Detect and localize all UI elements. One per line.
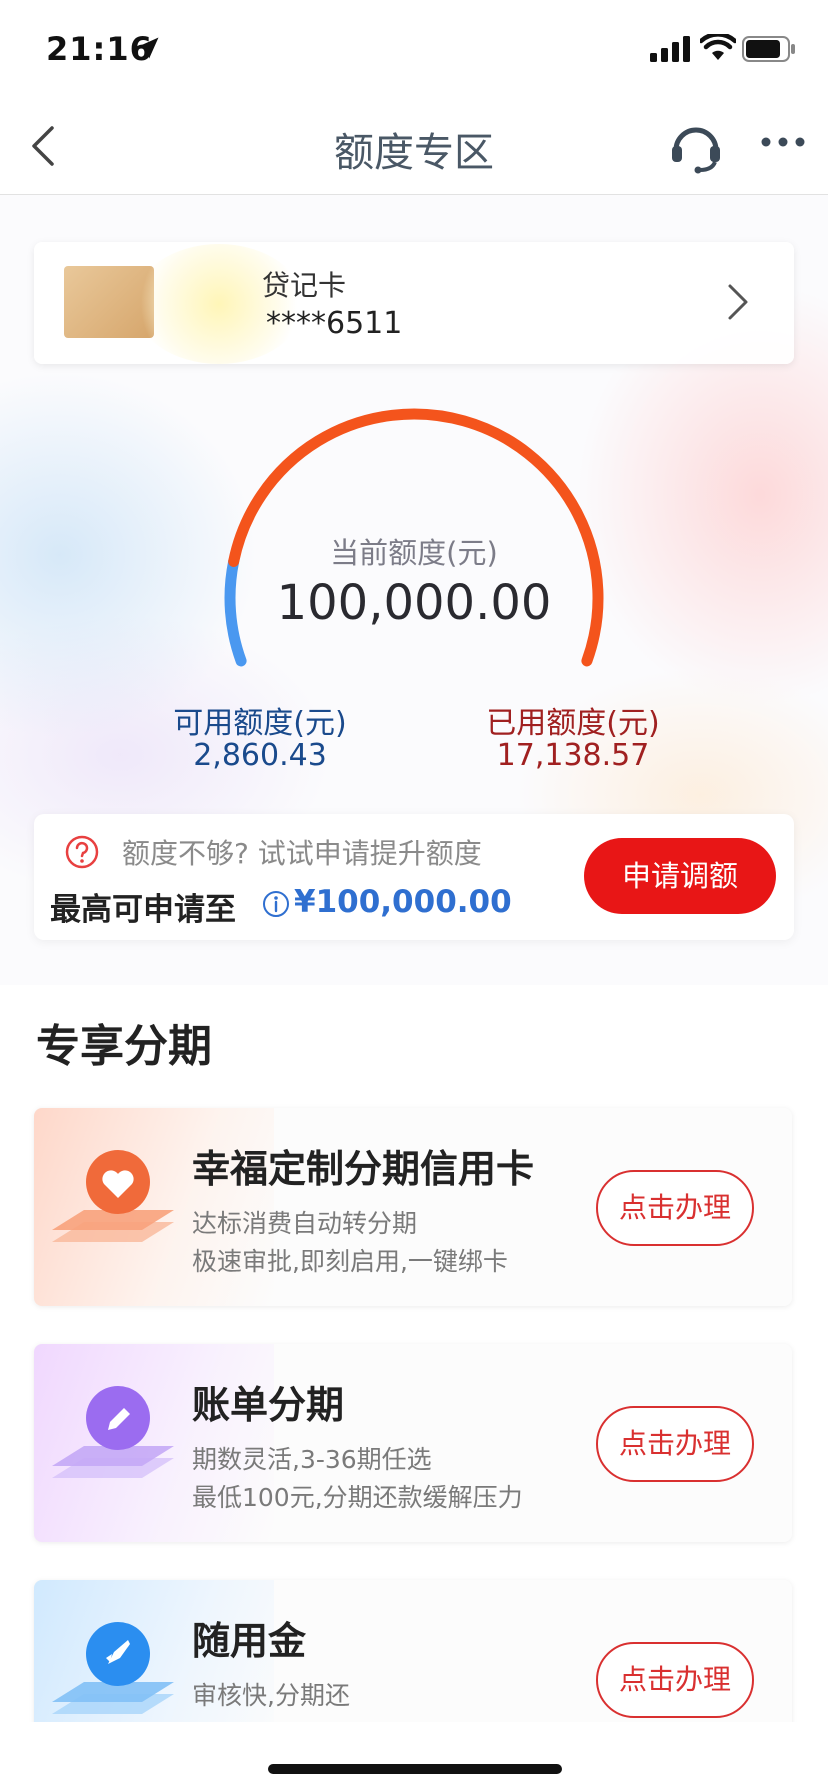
card-name: 贷记卡 <box>262 269 347 302</box>
bottom-safe-area <box>0 1722 828 1792</box>
available-limit-label: 可用额度(元) <box>173 706 347 741</box>
apply-limit-adjustment-button[interactable]: 申请调额 <box>584 838 776 914</box>
product-desc: 期数灵活,3-36期任选 <box>192 1445 432 1474</box>
chevron-right-icon <box>728 284 748 320</box>
product-desc: 极速审批,即刻启用,一键绑卡 <box>192 1247 508 1276</box>
used-limit-label: 已用额度(元) <box>486 706 660 741</box>
product-desc: 最低100元,分期还款缓解压力 <box>192 1483 523 1512</box>
product-title: 幸福定制分期信用卡 <box>192 1147 535 1191</box>
customer-service-headset-icon[interactable] <box>668 118 724 174</box>
pencil-icon <box>52 1386 174 1478</box>
product-title: 随用金 <box>192 1619 307 1663</box>
limit-increase-panel: 额度不够? 试试申请提升额度 最高可申请至 ¥100,000.00 申请调额 <box>34 814 794 940</box>
battery-icon <box>742 36 795 62</box>
product-card-bill-installment[interactable]: 账单分期 期数灵活,3-36期任选 最低100元,分期还款缓解压力 点击办理 <box>34 1344 792 1542</box>
card-number: ****6511 <box>266 306 403 341</box>
product-card-happiness-installment[interactable]: 幸福定制分期信用卡 达标消费自动转分期 极速审批,即刻启用,一键绑卡 点击办理 <box>34 1108 792 1306</box>
nav-bar: 额度专区 <box>0 96 828 195</box>
heart-icon <box>52 1150 174 1242</box>
product-title: 账单分期 <box>192 1383 345 1427</box>
max-limit-label: 最高可申请至 <box>50 892 236 928</box>
wifi-icon <box>700 34 736 60</box>
available-limit-value: 2,860.43 <box>193 738 327 773</box>
redaction-blur <box>134 244 304 364</box>
location-arrow-icon <box>137 37 159 59</box>
product-desc: 达标消费自动转分期 <box>192 1209 418 1238</box>
home-indicator <box>268 1764 562 1774</box>
product-desc: 审核快,分期还 <box>192 1681 350 1710</box>
current-limit-label: 当前额度(元) <box>330 536 498 570</box>
apply-now-button[interactable]: 点击办理 <box>596 1406 754 1482</box>
limit-hint: 额度不够? 试试申请提升额度 <box>122 837 482 870</box>
status-bar: 21:16 <box>0 0 828 96</box>
used-limit-value: 17,138.57 <box>496 738 650 773</box>
max-limit-value: ¥100,000.00 <box>294 884 512 920</box>
section-title: 专享分期 <box>36 1021 212 1072</box>
cellular-signal-icon <box>650 36 690 62</box>
apply-now-button[interactable]: 点击办理 <box>596 1170 754 1246</box>
question-circle-icon <box>65 835 99 869</box>
current-limit-value: 100,000.00 <box>276 575 552 631</box>
apply-now-button[interactable]: 点击办理 <box>596 1642 754 1718</box>
info-icon[interactable] <box>262 890 290 918</box>
more-options-icon[interactable] <box>760 132 806 152</box>
credit-card-selector[interactable]: 贷记卡 ****6511 <box>34 242 794 364</box>
